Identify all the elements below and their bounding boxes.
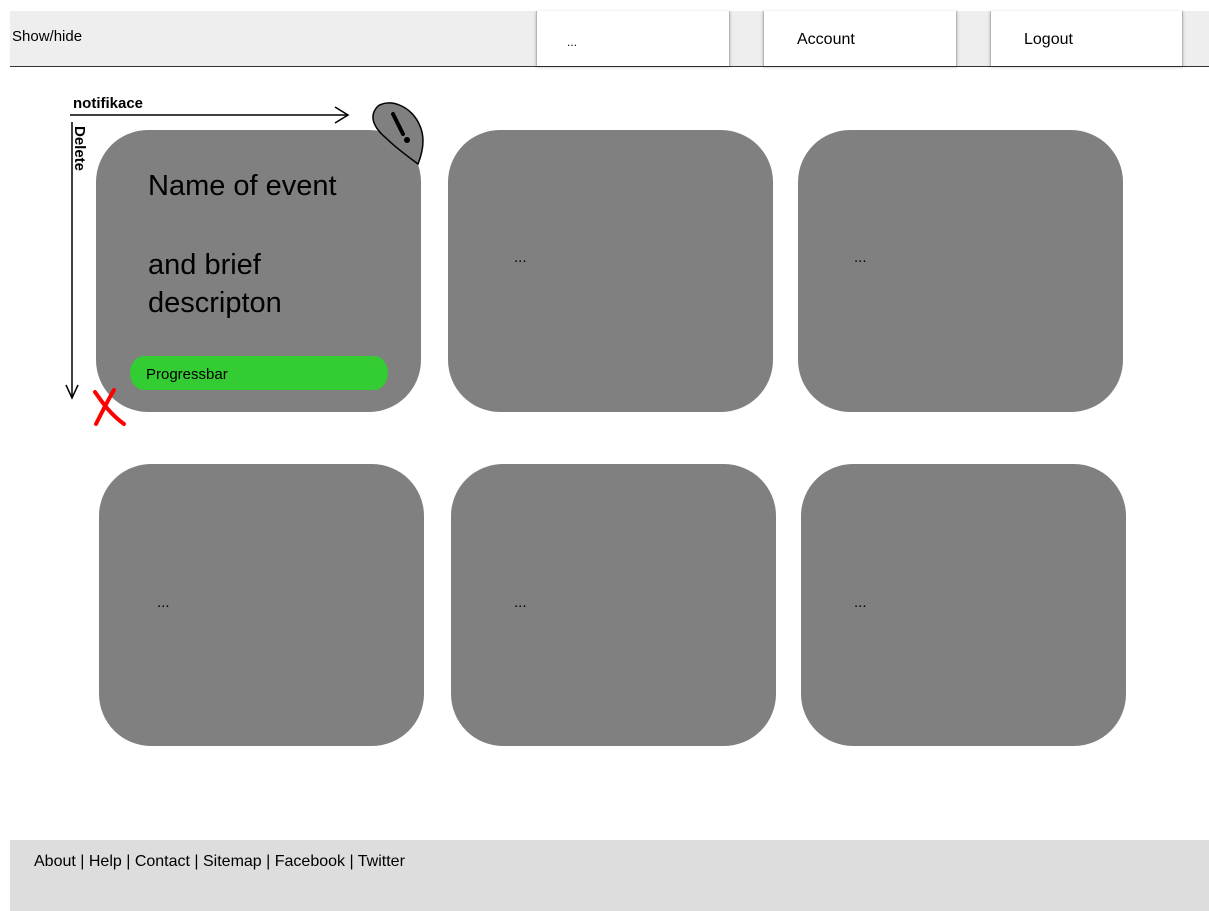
card-placeholder: ... bbox=[157, 594, 170, 611]
logout-button[interactable]: Logout bbox=[990, 11, 1183, 66]
progress-label: Progressbar bbox=[146, 366, 228, 383]
footer-link-help[interactable]: Help bbox=[89, 853, 122, 870]
footer-separator: | bbox=[189, 853, 203, 870]
event-card[interactable]: ... bbox=[801, 464, 1126, 746]
footer-separator: | bbox=[345, 853, 358, 870]
event-title: Name of event bbox=[148, 170, 337, 202]
delete-annotation-label: Delete bbox=[71, 126, 88, 172]
footer: About | Help | Contact | Sitemap | Faceb… bbox=[10, 840, 1209, 911]
card-placeholder: ... bbox=[514, 594, 527, 611]
event-card-featured[interactable]: Name of event and brief descripton Progr… bbox=[96, 130, 421, 412]
event-card[interactable]: ... bbox=[451, 464, 776, 746]
footer-separator: | bbox=[121, 853, 135, 870]
event-card[interactable]: ... bbox=[99, 464, 424, 746]
footer-link-about[interactable]: About bbox=[34, 853, 76, 870]
card-placeholder: ... bbox=[854, 594, 867, 611]
footer-separator: | bbox=[75, 853, 89, 870]
account-button[interactable]: Account bbox=[763, 11, 957, 66]
nav-button-more[interactable]: ... bbox=[536, 11, 730, 66]
notification-annotation-label: notifikace bbox=[73, 95, 144, 112]
footer-link-twitter[interactable]: Twitter bbox=[358, 853, 405, 870]
footer-links: About | Help | Contact | Sitemap | Faceb… bbox=[34, 853, 405, 871]
card-placeholder: ... bbox=[514, 249, 527, 266]
red-x-icon[interactable] bbox=[90, 388, 128, 428]
header-bar: Show/hide ... Account Logout bbox=[10, 11, 1209, 67]
footer-link-facebook[interactable]: Facebook bbox=[275, 853, 345, 870]
event-card[interactable]: ... bbox=[448, 130, 773, 412]
event-progress-bar: Progressbar bbox=[130, 356, 388, 390]
bell-exclamation-icon[interactable] bbox=[366, 100, 426, 168]
footer-separator: | bbox=[261, 853, 275, 870]
show-hide-toggle[interactable]: Show/hide bbox=[10, 11, 312, 66]
event-card[interactable]: ... bbox=[798, 130, 1123, 412]
footer-link-sitemap[interactable]: Sitemap bbox=[203, 853, 262, 870]
footer-link-contact[interactable]: Contact bbox=[135, 853, 190, 870]
event-description: and brief descripton bbox=[148, 249, 282, 319]
card-placeholder: ... bbox=[854, 249, 867, 266]
